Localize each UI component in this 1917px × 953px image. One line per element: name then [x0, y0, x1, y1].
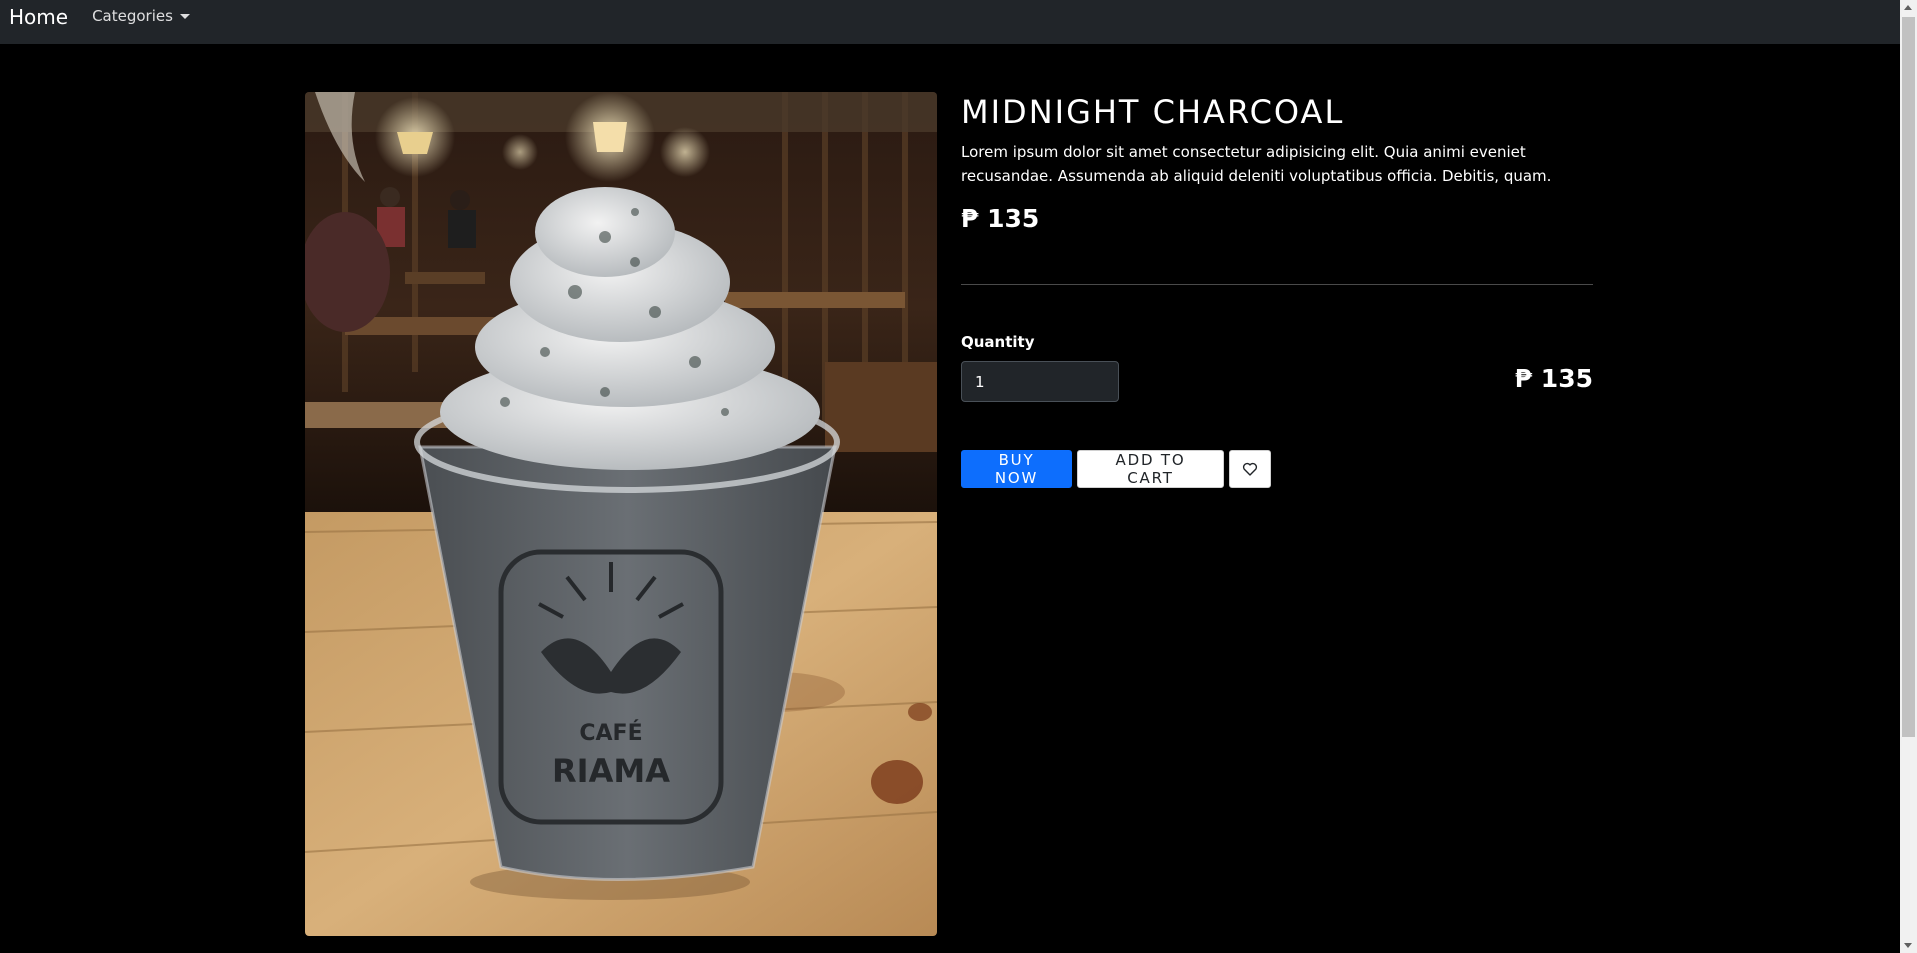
add-to-cart-button[interactable]: ADD TO CART — [1077, 450, 1224, 488]
scrollbar-thumb[interactable] — [1902, 17, 1915, 737]
page: Home Categories CAFÉ RIAMA MIDNIGHT CHAR… — [0, 0, 1917, 953]
cup-logo-text-cafe: CAFÉ — [579, 720, 642, 746]
heart-icon — [1242, 462, 1258, 476]
caret-down-icon — [179, 13, 190, 19]
product-description: Lorem ipsum dolor sit amet consectetur a… — [961, 143, 1552, 185]
categories-dropdown[interactable]: Categories — [92, 7, 190, 25]
divider — [961, 284, 1593, 285]
categories-label: Categories — [92, 7, 173, 25]
product-price: ₱ 135 — [961, 204, 1040, 233]
cup-logo-text-riama: RIAMA — [552, 752, 670, 790]
quantity-input[interactable] — [961, 361, 1119, 402]
quantity-label: Quantity — [961, 333, 1035, 351]
navbar: Home Categories — [0, 0, 1900, 44]
product-image: CAFÉ RIAMA — [305, 92, 937, 936]
total-price: ₱ 135 — [1514, 364, 1593, 393]
scroll-down-arrow-icon[interactable] — [1904, 943, 1912, 948]
product-details: MIDNIGHT CHARCOAL Lorem ipsum dolor sit … — [961, 92, 1593, 236]
product-title: MIDNIGHT CHARCOAL — [961, 93, 1345, 131]
wishlist-button[interactable] — [1229, 450, 1271, 488]
buy-now-button[interactable]: BUY NOW — [961, 450, 1072, 488]
action-buttons: BUY NOW ADD TO CART — [961, 450, 1271, 488]
vertical-scrollbar[interactable] — [1900, 0, 1917, 953]
home-link[interactable]: Home — [9, 7, 68, 27]
scroll-up-arrow-icon[interactable] — [1904, 5, 1912, 10]
